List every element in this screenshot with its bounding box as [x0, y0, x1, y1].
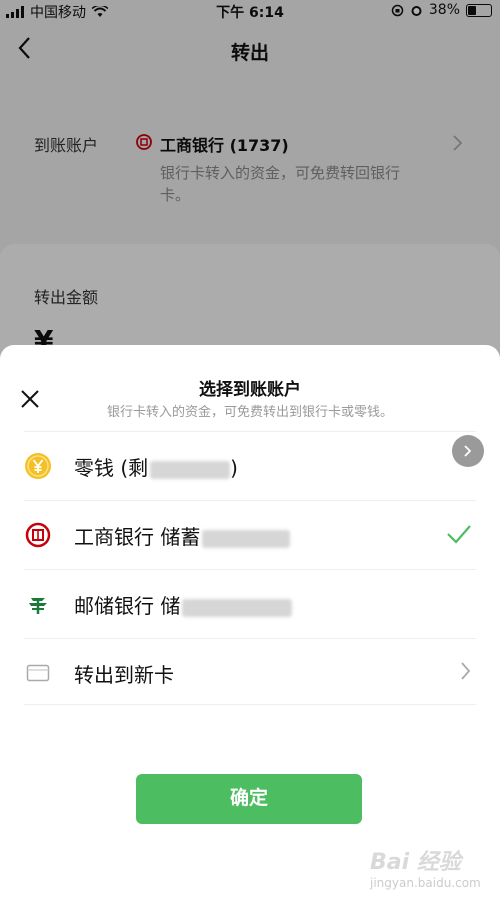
- watermark: Bai 经验 jingyan.baidu.com: [370, 844, 490, 890]
- watermark-text: Bai 经验: [370, 850, 461, 875]
- option-postal-bank[interactable]: 邮储银行 储: [24, 569, 476, 638]
- redacted-text: [150, 460, 231, 479]
- icbc-icon: [24, 521, 52, 549]
- sheet-subtitle: 银行卡转入的资金，可免费转出到银行卡或零钱。: [106, 405, 393, 420]
- option-label: 工商银行 储蓄: [74, 525, 201, 549]
- option-icbc[interactable]: 工商银行 储蓄: [24, 500, 476, 569]
- option-new-card[interactable]: 转出到新卡: [24, 638, 476, 707]
- confirm-button[interactable]: 确定: [136, 774, 362, 824]
- option-label: 转出到新卡: [74, 663, 174, 687]
- chevron-right-icon: [461, 662, 471, 680]
- coin-icon: [24, 452, 52, 480]
- sheet-title: 选择到账账户: [199, 380, 301, 400]
- checkmark-icon: [447, 525, 471, 544]
- redacted-text: [182, 598, 293, 617]
- postal-bank-icon: [24, 590, 52, 618]
- watermark-subtext: jingyan.baidu.com: [370, 876, 481, 890]
- card-icon: [24, 659, 52, 687]
- redacted-text: [202, 529, 291, 548]
- divider: [24, 704, 476, 705]
- option-change[interactable]: 零钱 (剩): [24, 431, 476, 500]
- option-label: 邮储银行 储: [74, 594, 181, 618]
- option-label: 零钱 (剩: [74, 456, 149, 480]
- option-label-suffix: ): [230, 456, 238, 480]
